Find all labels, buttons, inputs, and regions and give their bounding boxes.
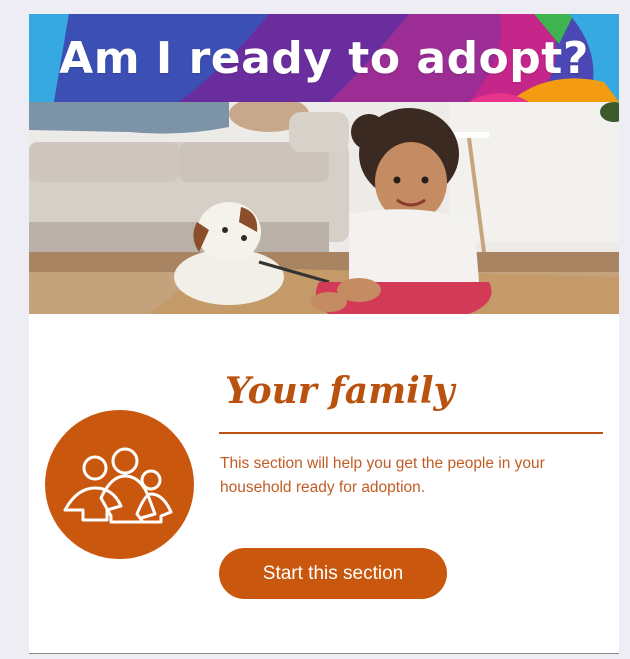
adoption-card: Am I ready to adopt? Your family This se… xyxy=(29,14,619,654)
child-with-dog-photo xyxy=(29,102,619,314)
bottom-divider xyxy=(29,653,619,654)
banner-title: Am I ready to adopt? xyxy=(59,32,589,84)
family-icon-glyph xyxy=(63,447,173,524)
section-description: This section will help you get the peopl… xyxy=(220,455,545,496)
banner: Am I ready to adopt? xyxy=(29,14,619,102)
photo-illustration xyxy=(29,102,619,314)
title-divider xyxy=(219,432,603,434)
start-section-button[interactable]: Start this section xyxy=(219,548,447,599)
family-icon xyxy=(45,410,194,559)
section-title: Your family xyxy=(225,370,455,412)
